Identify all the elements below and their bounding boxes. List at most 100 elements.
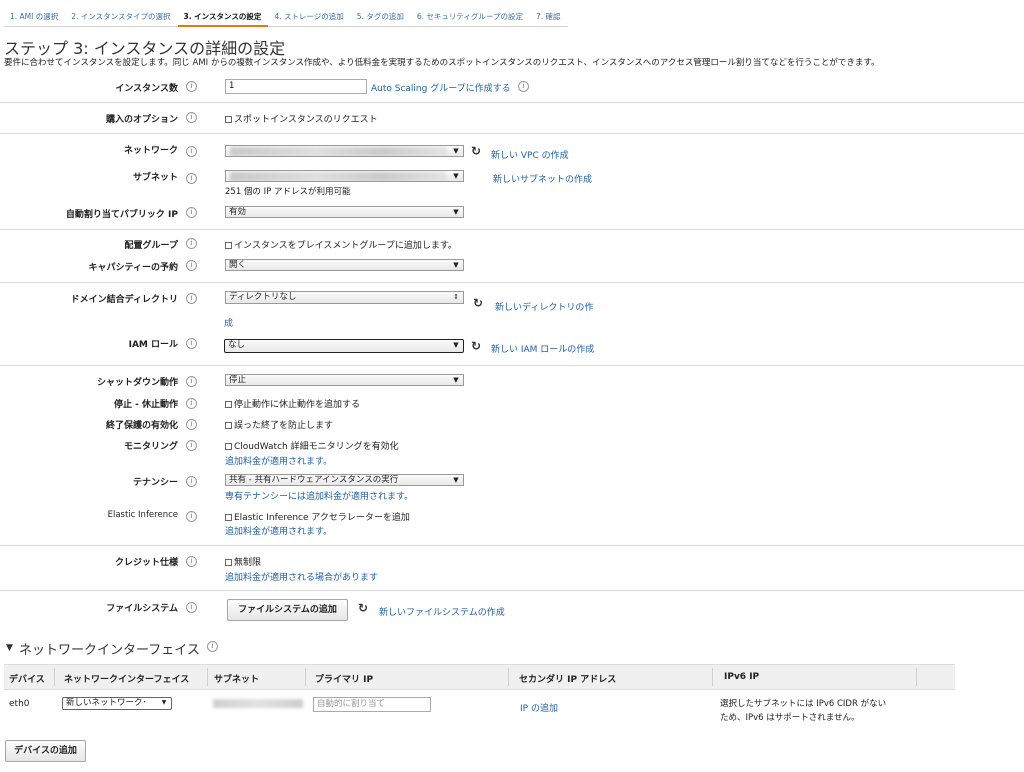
auto-scaling-link[interactable]: Auto Scaling グループに作成する [371,81,511,94]
shutdown-behavior-select[interactable]: 停止 ▼ [225,374,464,386]
create-directory-link[interactable]: 新しいディレクトリの作 [495,300,593,313]
network-select[interactable]: ▼ [225,145,464,157]
ipv6-note-line1: 選択したサブネットには IPv6 CIDR がない [720,699,887,709]
chevron-down-icon: ▼ [453,147,459,155]
create-file-system-link[interactable]: 新しいファイルシステムの作成 [379,605,505,618]
public-ip-value: 有効 [229,207,247,217]
spot-instance-checkbox[interactable]: スポットインスタンスのリクエスト [225,112,378,125]
checkbox-icon[interactable] [225,401,232,408]
add-file-system-button[interactable]: ファイルシステムの追加 [227,599,348,621]
info-icon[interactable]: i [186,398,197,409]
unlimited-checkbox[interactable]: 無制限 [225,555,261,568]
capacity-reservation-select[interactable]: 開く ▼ [225,259,464,271]
checkbox-icon[interactable] [225,422,232,429]
public-ip-select[interactable]: 有効 ▼ [225,206,464,218]
column-secondary-ip: セカンダリ IP アドレス [519,675,617,685]
chevron-down-icon: ▼ [453,341,459,349]
tab-configure-instance[interactable]: 3. インスタンスの設定 [177,7,269,27]
stop-hibernate-checkbox[interactable]: 停止動作に休止動作を追加する [225,397,360,410]
checkbox-icon[interactable] [225,242,232,249]
info-icon[interactable]: i [186,440,197,451]
credit-charges-link[interactable]: 追加料金が適用される場合があります [225,570,378,583]
ipv6-note-line2: ため、IPv6 はサポートされません。 [720,713,860,723]
monitoring-charges-link[interactable]: 追加料金が適用されます。 [225,454,332,467]
info-icon[interactable]: i [186,112,197,123]
tab-security-group[interactable]: 6. セキュリティグループの設定 [411,7,530,27]
device-value: eth0 [9,699,30,709]
info-icon[interactable]: i [186,338,197,349]
purchase-option-label: 購入のオプション [105,115,178,125]
column-primary-ip: プライマリ IP [315,675,374,685]
info-icon[interactable]: i [186,511,197,522]
tab-storage[interactable]: 4. ストレージの追加 [268,7,350,27]
subnet-value-blurred [213,699,303,708]
info-icon[interactable]: i [186,146,197,157]
tenancy-select[interactable]: 共有 - 共有ハードウェアインスタンスの実行 ▼ [225,474,464,486]
chevron-down-icon: ▼ [453,376,459,384]
tab-ami[interactable]: 1. AMI の選択 [4,7,65,27]
tab-tags[interactable]: 5. タグの追加 [351,7,411,27]
refresh-icon[interactable]: ↻ [471,339,481,353]
iam-role-label: IAM ロール [128,340,178,350]
checkbox-icon[interactable] [225,443,232,450]
refresh-icon[interactable]: ↻ [473,296,483,310]
refresh-icon[interactable]: ↻ [471,144,481,158]
info-icon[interactable]: i [186,602,197,613]
elastic-inference-checkbox[interactable]: Elastic Inference アクセラレーターを追加 [225,510,410,523]
create-subnet-link[interactable]: 新しいサブネットの作成 [493,172,592,185]
tenancy-value: 共有 - 共有ハードウェアインスタンスの実行 [229,475,399,485]
create-vpc-link[interactable]: 新しい VPC の作成 [491,148,569,161]
subnet-ip-note: 251 個の IP アドレスが利用可能 [225,187,351,197]
info-icon[interactable]: i [518,81,529,92]
termination-protection-checkbox[interactable]: 誤った終了を防止します [225,418,333,431]
info-icon[interactable]: i [186,556,197,567]
iam-role-select[interactable]: なし ▼ [224,339,464,353]
column-subnet: サブネット [214,675,260,685]
tab-review[interactable]: 7. 確認 [530,7,568,27]
checkbox-icon[interactable] [225,116,232,123]
placement-group-checkbox[interactable]: インスタンスをプレイスメントグループに追加します。 [225,238,457,251]
instance-count-input[interactable]: 1 [225,79,367,94]
info-icon[interactable]: i [186,173,197,184]
elastic-inference-charges-link[interactable]: 追加料金が適用されます。 [225,524,332,537]
placement-group-checkbox-label: インスタンスをプレイスメントグループに追加します。 [234,241,457,251]
info-icon[interactable]: i [186,376,197,387]
create-directory-link-continued[interactable]: 成 [224,316,233,329]
add-ip-link[interactable]: IP の追加 [520,701,558,714]
chevron-down-icon: ▼ [453,208,459,216]
collapse-triangle-icon[interactable]: ▼ [6,643,13,653]
info-icon[interactable]: i [186,260,197,271]
add-device-button[interactable]: デバイスの追加 [5,740,86,762]
create-iam-role-link[interactable]: 新しい IAM ロールの作成 [491,342,594,355]
monitoring-checkbox[interactable]: CloudWatch 詳細モニタリングを有効化 [225,439,399,452]
wizard-tabs: 1. AMI の選択 2. インスタンスタイプの選択 3. インスタンスの設定 … [4,7,568,27]
refresh-icon[interactable]: ↻ [358,601,368,615]
info-icon[interactable]: i [186,293,197,304]
info-icon[interactable]: i [186,81,197,92]
info-icon[interactable]: i [186,238,197,249]
info-icon[interactable]: i [186,476,197,487]
info-icon[interactable]: i [186,419,197,430]
info-icon[interactable]: i [207,641,218,652]
primary-ip-input[interactable]: 自動的に割り当て [313,697,431,712]
tenancy-charges-link[interactable]: 専有テナンシーには追加料金が適用されます。 [225,489,413,502]
info-icon[interactable]: i [186,207,197,218]
termination-protection-checkbox-label: 誤った終了を防止します [234,421,334,431]
shutdown-behavior-value: 停止 [229,375,247,385]
tab-instance-type[interactable]: 2. インスタンスタイプの選択 [65,7,177,27]
network-label: ネットワーク [123,146,178,156]
network-interface-select[interactable]: 新しいネットワーク･ ▼ [62,697,172,710]
shutdown-behavior-label: シャットダウン動作 [96,378,178,388]
network-interfaces-table-header: デバイス ネットワークインターフェイス サブネット プライマリ IP セカンダリ… [4,664,955,690]
chevron-down-icon: ▼ [453,261,459,269]
capacity-reservation-label: キャパシティーの予約 [88,263,178,273]
checkbox-icon[interactable] [225,514,232,521]
subnet-select[interactable]: ▼ [225,170,464,182]
stop-hibernate-label: 停止 - 休止動作 [113,400,178,410]
network-interfaces-title: ネットワークインターフェイス [19,643,200,658]
domain-directory-value: ディレクトリなし [229,292,297,302]
checkbox-icon[interactable] [225,559,232,566]
monitoring-label: モニタリング [123,442,178,452]
column-ipv6-ip: IPv6 IP [724,672,760,682]
domain-directory-select[interactable]: ディレクトリなし ⇕ [225,291,464,304]
